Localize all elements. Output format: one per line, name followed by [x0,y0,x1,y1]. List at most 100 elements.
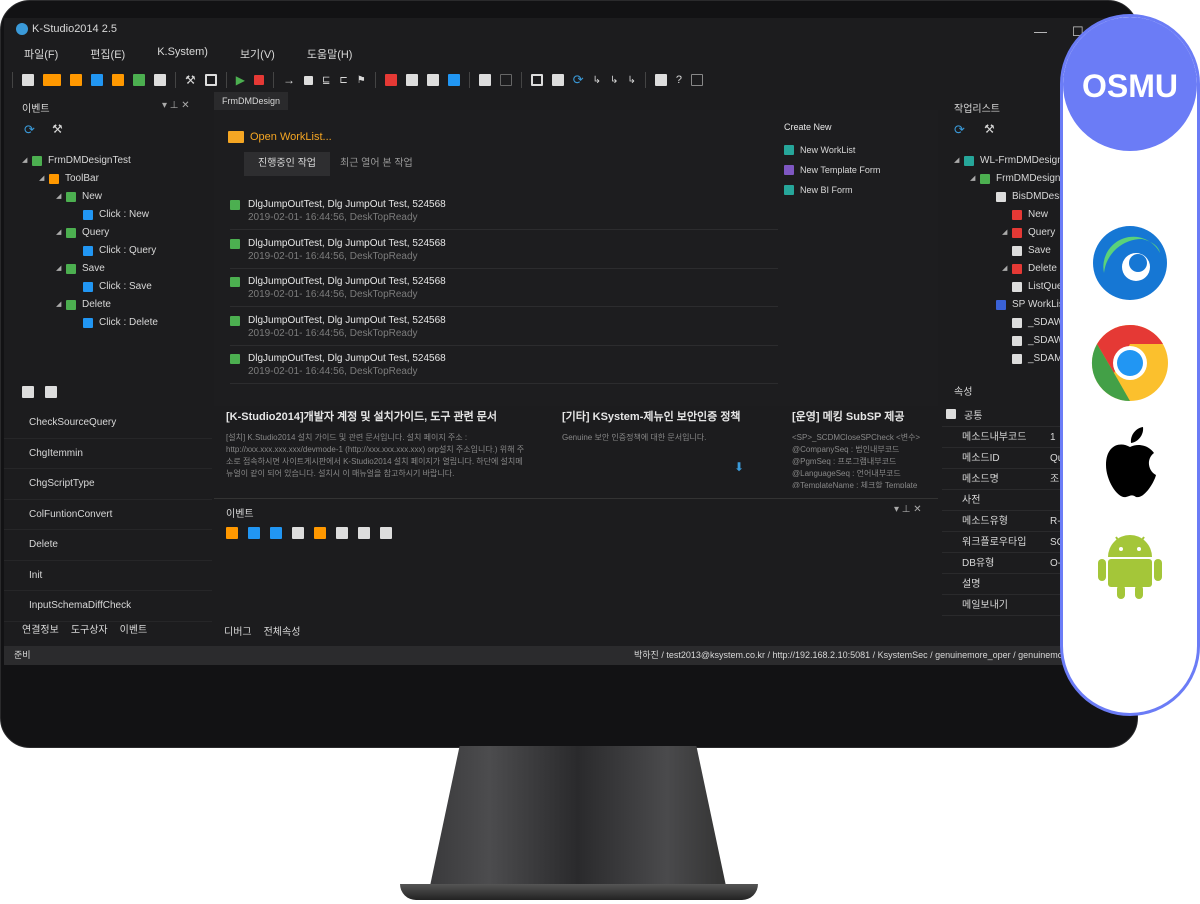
tree-node[interactable]: Save [954,242,1073,260]
event-list-item[interactable]: CheckSourceQuery [4,408,212,439]
property-row[interactable]: DB유형 O- [942,553,1067,574]
tree-node[interactable]: Click : Delete [22,314,158,332]
compare-icon[interactable] [384,74,397,86]
tab-recent[interactable]: 최근 열어 본 작업 [340,152,413,176]
property-row[interactable]: 공통 [942,406,1067,427]
new-event-icon[interactable] [22,386,34,398]
tab-in-progress[interactable]: 진행중인 작업 [244,152,330,176]
expand-icon[interactable]: ◢ [56,188,66,206]
event-icon[interactable] [292,527,304,539]
tree-node[interactable]: ◢ WL-FrmDMDesign [954,152,1073,170]
property-row[interactable]: 메소드명 조 [942,469,1067,490]
event-icon[interactable] [314,527,326,539]
property-row[interactable]: 사전 [942,490,1067,511]
create-bi-form[interactable]: New BI Form [784,180,880,200]
event-icon[interactable] [358,527,370,539]
wrap-icon[interactable]: ↳ [627,75,635,86]
worklist-item[interactable]: DlgJumpOutTest, Dlg JumpOut Test, 524568… [230,231,778,269]
magic-wand-icon[interactable]: ⚒ [185,73,196,87]
event-icon[interactable] [270,527,282,539]
worklist-item[interactable]: DlgJumpOutTest, Dlg JumpOut Test, 524568… [230,192,778,230]
property-row[interactable]: 메소드유형 R- [942,511,1067,532]
event-list-item[interactable]: Init [4,561,212,591]
copy-icon[interactable] [405,74,418,86]
news-card[interactable]: [K-Studio2014]개발자 계정 및 설치가이드, 도구 관련 문서 [… [226,408,556,488]
news-card[interactable]: [운영] 메킹 SubSP 제공 <SP>_SCDMCloseSPCheck <… [792,408,938,488]
event-list-item[interactable]: InputSchemaDiffCheck [4,591,212,622]
breakpoint-icon[interactable] [304,75,313,85]
window-icon[interactable] [530,74,543,86]
property-row[interactable]: 설명 [942,574,1067,595]
step-over-icon[interactable]: ⊏ [339,75,347,86]
tab-toolbox[interactable]: 도구상자 [71,621,108,636]
refresh-icon[interactable]: ⟳ [24,122,35,138]
print-icon[interactable] [154,74,166,86]
debug-icon[interactable]: ⚑ [357,75,366,86]
tree-node[interactable]: _SDAWH [954,332,1073,350]
tree-node[interactable]: Click : New [22,206,158,224]
tab-events[interactable]: 이벤트 [120,621,148,636]
refresh-icon[interactable]: ⟳ [573,72,584,88]
event-list-item[interactable]: ColFuntionConvert [4,500,212,530]
worklist-item[interactable]: DlgJumpOutTest, Dlg JumpOut Test, 524568… [230,308,778,346]
expand-icon[interactable]: ◢ [56,260,66,278]
property-row[interactable]: 메소드내부코드 1 [942,427,1067,448]
property-value[interactable]: 조 [1050,469,1059,490]
expand-icon[interactable]: ◢ [970,170,980,188]
menu-file[interactable]: 파일(F) [4,42,70,64]
step-icon[interactable]: → [283,73,295,87]
chat-icon[interactable] [654,74,667,86]
expand-icon[interactable]: ◢ [39,170,49,188]
tab-debug[interactable]: 디버그 [224,623,252,638]
layout-icon[interactable] [204,74,217,86]
paste-icon[interactable] [426,74,439,86]
new-file-icon[interactable] [22,74,34,86]
outdent-icon[interactable]: ↳ [610,75,618,86]
expand-icon[interactable]: ◢ [56,224,66,242]
save-icon[interactable] [91,74,103,86]
event-icon[interactable] [336,527,348,539]
help-icon[interactable]: ? [676,74,682,86]
magic-wand-icon[interactable]: ⚒ [52,122,63,136]
tree-node[interactable]: _SDAMi [954,350,1073,368]
worklist-item[interactable]: DlgJumpOutTest, Dlg JumpOut Test, 524568… [230,346,778,384]
event-list-item[interactable]: ChgScriptType [4,469,212,500]
event-list-item[interactable]: Delete [4,530,212,561]
event-icon[interactable] [380,527,392,539]
tree-node[interactable]: ◢ Save [22,260,158,278]
event-list-item[interactable]: ChgItemmin [4,439,212,469]
tree-node[interactable]: ◢ ToolBar [22,170,158,188]
minimize-icon[interactable]: — [1034,21,1047,43]
panel-pin-icon[interactable]: ▾ ⊥ ✕ [894,504,922,515]
tree-node[interactable]: ◢ FrmDMDesign [954,170,1073,188]
tree-node[interactable]: ◢ Delete [22,296,158,314]
event-icon[interactable] [226,527,238,539]
tree-node[interactable]: ◢ New [22,188,158,206]
tab-connection[interactable]: 연결정보 [22,621,59,636]
open-folder-icon[interactable] [43,74,61,86]
property-value[interactable]: R- [1050,511,1061,532]
event-icon[interactable] [248,527,260,539]
tree-node[interactable]: ListQuer [954,278,1073,296]
news-card[interactable]: [기타] KSystem-제뉴인 보안인증 정책 Genuine 보안 인증정책… [562,408,772,488]
menu-view[interactable]: 보기(V) [220,42,287,64]
step-into-icon[interactable]: ⊑ [322,75,330,86]
table-icon[interactable] [499,74,512,86]
about-icon[interactable] [690,74,703,86]
expand-icon[interactable]: ◢ [22,152,32,170]
expand-icon[interactable]: ◢ [1002,224,1012,242]
grid-icon[interactable] [133,74,145,86]
panel-pin-icon[interactable]: ▾ ⊥ ✕ [162,100,190,111]
stop-icon[interactable] [254,75,264,85]
tab-frmdmdesign[interactable]: FrmDMDesign [214,92,289,110]
tree-node[interactable]: ◢ Query [954,224,1073,242]
list-icon[interactable] [551,74,564,86]
tab-all-properties[interactable]: 전체속성 [264,623,301,638]
tree-node[interactable]: Click : Save [22,278,158,296]
delete-event-icon[interactable] [44,386,57,398]
property-value[interactable]: 1 [1050,427,1056,448]
tree-node[interactable]: ◢ Query [22,224,158,242]
tree-node[interactable]: ◢ FrmDMDesignTest [22,152,158,170]
property-row[interactable]: 메일보내기 [942,595,1067,616]
magic-wand-icon[interactable]: ⚒ [984,122,995,136]
